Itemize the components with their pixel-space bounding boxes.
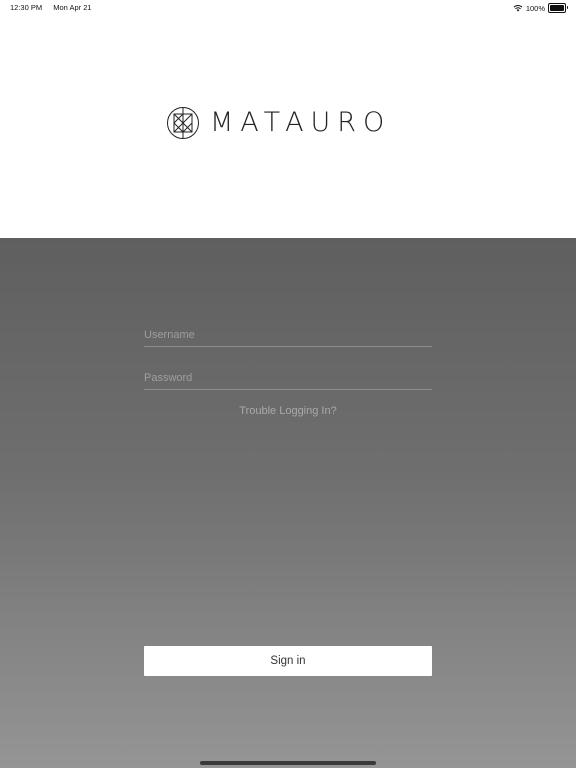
username-input[interactable] <box>144 324 432 346</box>
header-area: 12:30 PM Mon Apr 21 100% MATAURO <box>0 0 576 238</box>
app-logo: MATAURO <box>166 106 391 140</box>
login-panel: Trouble Logging In? Sign in <box>0 238 576 768</box>
trouble-logging-in-link[interactable]: Trouble Logging In? <box>0 405 576 417</box>
username-field <box>144 324 432 347</box>
status-bar: 12:30 PM Mon Apr 21 100% <box>0 0 576 14</box>
password-input[interactable] <box>144 367 432 389</box>
battery-icon <box>548 3 568 13</box>
home-indicator[interactable] <box>200 761 376 765</box>
status-right: 100% <box>513 3 568 13</box>
mauro-logo-mark-icon <box>167 107 199 139</box>
battery-percent: 100% <box>525 3 545 13</box>
status-time: 12:30 PM <box>10 3 43 12</box>
wifi-icon <box>513 5 523 12</box>
password-field <box>144 367 432 390</box>
sign-in-button[interactable]: Sign in <box>144 646 432 676</box>
status-date: Mon Apr 21 <box>53 3 92 12</box>
status-left: 12:30 PM Mon Apr 21 <box>10 3 101 12</box>
logo-text: MATAURO <box>210 107 392 138</box>
